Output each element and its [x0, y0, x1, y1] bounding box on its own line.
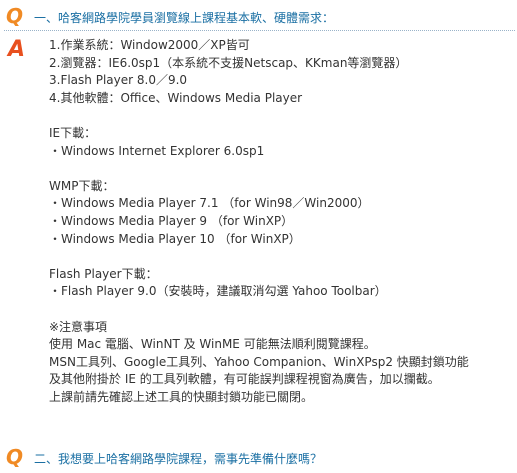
question-row-2[interactable]: Q 二、我想要上哈客網路學院課程，需事先準備什麼嗎？ [0, 446, 517, 470]
answer-line: WMP下載： [49, 178, 115, 193]
faq-item-1: Q 一、哈客網路學院學員瀏覽線上課程基本軟、硬體需求： [0, 5, 517, 31]
answer-line: 及其他附掛於 IE 的工具列軟體，有可能誤判課程視窗為廣告，加以攔截。 [49, 372, 440, 387]
dotted-divider [4, 30, 515, 31]
answer-line: 3.Flash Player 8.0／9.0 [49, 73, 188, 88]
answer-line: ・Windows Media Player 7.1 （for Win98／Win… [49, 196, 370, 211]
svg-text:Q: Q [6, 5, 23, 27]
question-q-icon: Q [6, 446, 23, 468]
answer-line: MSN工具列、Google工具列、Yahoo Companion、WinXPsp… [49, 354, 469, 369]
answer-line: IE下載： [49, 125, 97, 140]
question-title[interactable]: 二、我想要上哈客網路學院課程，需事先準備什麼嗎？ [34, 450, 322, 467]
faq-item-2: Q 二、我想要上哈客網路學院課程，需事先準備什麼嗎？ [0, 446, 517, 470]
answer-line: 上課前請先確認上述工具的快顯封鎖功能已關閉。 [49, 389, 314, 404]
answer-line: ・Windows Media Player 10 （for WinXP） [49, 231, 301, 246]
answer-line: ・Windows Media Player 9 （for WinXP） [49, 213, 294, 228]
question-row-1[interactable]: Q 一、哈客網路學院學員瀏覽線上課程基本軟、硬體需求： [0, 5, 517, 29]
svg-text:Q: Q [6, 446, 23, 468]
svg-text:A: A [6, 37, 25, 60]
question-q-icon: Q [6, 5, 23, 27]
answer-line: ※注意事項 [49, 319, 108, 334]
answer-line: 1.作業系統：Window2000／XP皆可 [49, 38, 250, 52]
answer-line: 4.其他軟體：Office、Windows Media Player [49, 90, 303, 105]
answer-a-icon: A [6, 37, 25, 60]
answer-line: ・Windows Internet Explorer 6.0sp1 [49, 143, 265, 158]
answer-line: ・Flash Player 9.0（安裝時，建議取消勾選 Yahoo Toolb… [49, 284, 387, 299]
answer-line: Flash Player下載： [49, 266, 158, 281]
answer-line: 2.瀏覽器：IE6.0sp1（本系統不支援Netscap、KKman等瀏覽器） [49, 55, 408, 70]
question-title[interactable]: 一、哈客網路學院學員瀏覽線上課程基本軟、硬體需求： [34, 9, 334, 26]
answer-body: 1.作業系統：Window2000／XP皆可 2.瀏覽器：IE6.0sp1（本系統… [49, 37, 509, 406]
answer-line: 使用 Mac 電腦、WinNT 及 WinME 可能無法順利閱覽課程。 [49, 337, 376, 352]
